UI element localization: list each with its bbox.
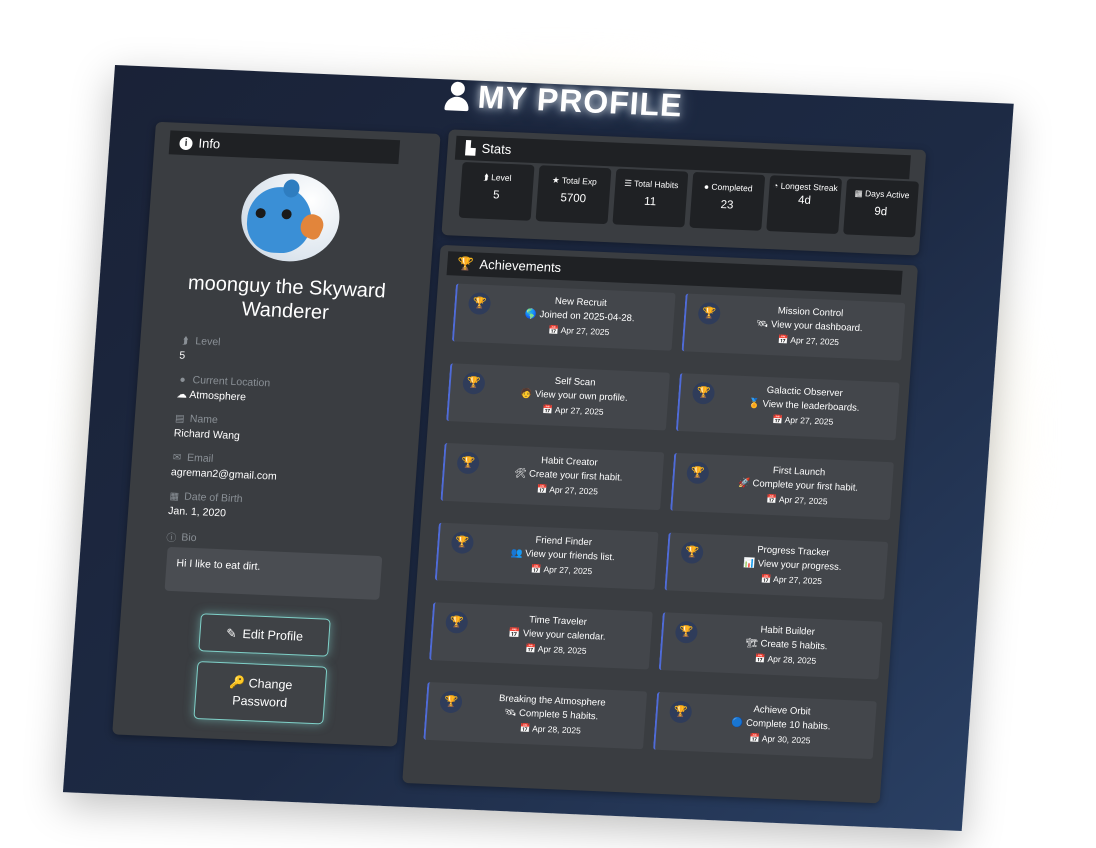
map-pin-icon: ● [179, 374, 187, 386]
achievement-card: 🏆 First Launch 🚀 Complete your first hab… [670, 452, 894, 521]
edit-icon: ✎ [225, 626, 238, 641]
stat-label: Total Exp [561, 175, 598, 187]
achievement-card: 🏆 Mission Control 🛰 View your dashboard.… [681, 293, 906, 361]
edit-profile-button[interactable]: ✎ Edit Profile [198, 613, 331, 657]
envelope-icon: ✉ [172, 451, 182, 464]
achievement-card: 🏆 Breaking the Atmosphere 🛰 Complete 5 h… [423, 681, 648, 750]
change-password-button[interactable]: 🔑 Change Password [193, 661, 328, 725]
achievement-card: 🏆 New Recruit 🌎 Joined on 2025-04-28. 📅 … [451, 283, 676, 351]
stat-label: Completed [711, 181, 753, 194]
stat-total-habits: ☰ Total Habits 11 [612, 168, 689, 228]
list-icon: ☰ [623, 177, 633, 189]
achievement-card: 🏆 Galactic Observer 🏅 View the leaderboa… [675, 373, 900, 441]
check-circle-icon: ● [703, 181, 710, 192]
calendar-icon: ▦ [854, 187, 864, 199]
info-header-label: Info [198, 135, 221, 152]
arrow-up-icon: ⮭ [483, 171, 490, 183]
info-panel: i Info moonguy the Skyward Wanderer ⮭ Lev… [112, 121, 441, 747]
achievements-header-label: Achievements [479, 256, 562, 276]
name-label: Name [189, 412, 219, 427]
change-password-line1: Change [248, 676, 293, 693]
info-circle-icon: ⓘ [165, 532, 177, 545]
dob-field: ▦ Date of Birth Jan. 1, 2020 [168, 490, 380, 526]
stat-value: 11 [643, 195, 657, 209]
achievement-card: 🏆 Progress Tracker 📊 View your progress.… [664, 532, 889, 600]
location-label: Current Location [192, 374, 271, 390]
stat-days-active: ▦ Days Active 9d [843, 178, 920, 238]
username: moonguy the Skyward Wanderer [187, 272, 387, 324]
edit-profile-label: Edit Profile [242, 627, 304, 644]
achievement-card: 🏆 Friend Finder 👥 View your friends list… [434, 522, 659, 590]
dob-label: Date of Birth [183, 490, 243, 506]
streak-icon: ◔ [772, 180, 779, 191]
email-field: ✉ Email agreman2@gmail.com [171, 451, 383, 487]
info-header: i Info [168, 130, 401, 165]
achievement-card: 🏆 Self Scan 🧑 View your own profile. 📅 A… [446, 363, 670, 431]
stat-value: 5 [492, 189, 500, 202]
achievement-card: 🏆 Habit Creator 🛠 Create your first habi… [440, 442, 665, 511]
id-card-icon: ▤ [174, 412, 185, 425]
bio-text: Hi I like to eat dirt. [164, 546, 383, 600]
location-field: ● Current Location ☁ Atmosphere [176, 373, 388, 409]
achievement-card: 🏆 Time Traveler 📅 View your calendar. 📅 … [429, 602, 653, 670]
bar-chart-icon: ▙ [465, 140, 477, 156]
arrow-up-icon: ⮭ [182, 335, 189, 347]
trophy-icon: 🏆 [456, 255, 475, 272]
user-icon [443, 80, 471, 112]
stats-panel: ▙ Stats ⮭ Level 5 ★ Total Exp 5700 ☰ Tot… [441, 129, 927, 256]
stat-total-exp: ★ Total Exp 5700 [535, 165, 612, 225]
change-password-line2: Password [231, 693, 288, 710]
name-field: ▤ Name Richard Wang [173, 412, 385, 448]
star-icon: ★ [551, 174, 561, 186]
stat-longest-streak: ◔ Longest Streak 4d [766, 175, 843, 235]
stat-label: Level [490, 172, 512, 184]
browser-screen: MY PROFILE i Info moonguy the Skyward Wa… [62, 65, 1014, 831]
avatar [238, 171, 343, 264]
stat-value: 4d [797, 194, 812, 207]
calendar-icon: ▦ [169, 490, 180, 502]
achievements-panel: 🏆 Achievements 🏆 New Recruit 🌎 Joined on… [402, 244, 919, 804]
stat-label: Longest Streak [780, 180, 839, 194]
achievement-card: 🏆 Achieve Orbit 🔵 Complete 10 habits. 📅 … [652, 691, 877, 760]
stat-completed: ● Completed 23 [689, 171, 766, 231]
info-icon: i [179, 136, 193, 150]
level-label: Level [194, 335, 221, 349]
stat-value: 5700 [560, 192, 587, 206]
key-icon: 🔑 [229, 675, 246, 691]
stat-value: 23 [720, 199, 734, 212]
stat-label: Total Habits [633, 178, 679, 191]
email-label: Email [186, 451, 214, 465]
stat-level: ⮭ Level 5 [458, 161, 535, 221]
stat-value: 9d [873, 205, 888, 219]
level-field: ⮭ Level 5 [179, 335, 391, 371]
stats-header-label: Stats [481, 140, 512, 158]
stat-label: Days Active [864, 188, 910, 201]
achievement-card: 🏆 Habit Builder 🏗 Create 5 habits. 📅 Apr… [658, 612, 883, 680]
bio-label: Bio [180, 531, 197, 544]
